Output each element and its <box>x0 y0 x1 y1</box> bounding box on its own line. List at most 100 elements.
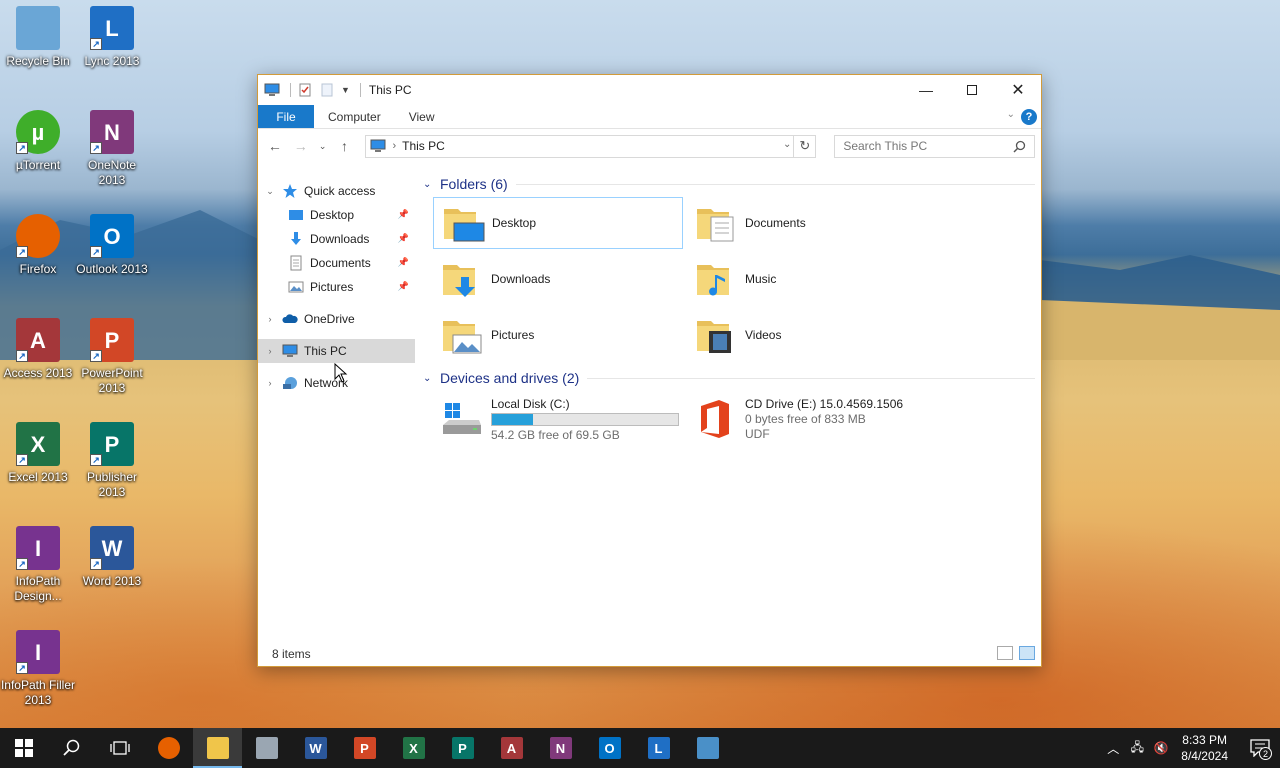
folder-music[interactable]: Music <box>687 253 937 305</box>
drive-cd-e[interactable]: CD Drive (E:) 15.0.4569.1506 0 bytes fre… <box>687 393 937 445</box>
search-box[interactable] <box>834 134 1035 158</box>
desktop-shortcut[interactable]: P ↗ PowerPoint 2013 <box>74 318 150 396</box>
nav-documents[interactable]: Documents 📌 <box>258 251 415 275</box>
folder-documents[interactable]: Documents <box>687 197 937 249</box>
status-bar: 8 items <box>258 642 1041 666</box>
desktop-shortcut[interactable]: I ↗ InfoPath Filler 2013 <box>0 630 76 708</box>
action-center-button[interactable]: 2 <box>1240 728 1280 768</box>
expand-chevron-icon[interactable]: › <box>258 346 282 356</box>
nav-desktop[interactable]: Desktop 📌 <box>258 203 415 227</box>
desktop-shortcut[interactable]: X ↗ Excel 2013 <box>0 422 76 485</box>
address-bar[interactable]: › This PC ⌄ ↻ <box>365 134 817 158</box>
taskbar-app-button[interactable] <box>144 728 193 768</box>
taskbar-app-button[interactable]: O <box>585 728 634 768</box>
pictures-folder-icon <box>443 321 482 354</box>
clock[interactable]: 8:33 PM 8/4/2024 <box>1181 732 1228 764</box>
nav-downloads[interactable]: Downloads 📌 <box>258 227 415 251</box>
star-icon <box>283 184 297 198</box>
minimize-button[interactable]: — <box>903 75 949 105</box>
folder-videos[interactable]: Videos <box>687 309 937 361</box>
taskbar-app-button[interactable]: N <box>536 728 585 768</box>
up-button[interactable]: ↑ <box>334 135 356 157</box>
nav-quick-access[interactable]: ⌄ Quick access <box>258 179 415 203</box>
task-view-button[interactable] <box>96 728 144 768</box>
expand-chevron-icon[interactable]: › <box>258 378 282 388</box>
lync-icon: L <box>647 737 670 759</box>
large-icons-view-button[interactable] <box>1019 646 1035 660</box>
tab-view[interactable]: View <box>395 105 449 128</box>
volume-muted-icon[interactable]: 🔇 <box>1149 741 1173 755</box>
folder-label: Desktop <box>492 216 537 230</box>
up-arrow-icon: ↑ <box>341 138 349 154</box>
search-button[interactable] <box>48 728 96 768</box>
folder-pictures[interactable]: Pictures <box>433 309 683 361</box>
help-button[interactable]: ? <box>1021 109 1037 125</box>
start-button[interactable] <box>0 728 48 768</box>
nav-label: Pictures <box>310 280 354 294</box>
expand-ribbon-icon[interactable]: ⌄ <box>1007 109 1015 120</box>
desktop-shortcut[interactable]: W ↗ Word 2013 <box>74 526 150 589</box>
collapse-chevron-icon[interactable]: ⌄ <box>258 186 282 197</box>
collapse-chevron-icon[interactable]: ⌄ <box>423 179 439 190</box>
taskbar-app-button[interactable]: P <box>340 728 389 768</box>
taskbar-app-button[interactable] <box>242 728 291 768</box>
close-button[interactable]: ✕ <box>995 75 1041 105</box>
forward-button[interactable]: → <box>290 135 312 157</box>
drives-group-header[interactable]: ⌄ Devices and drives (2) <box>423 367 1035 389</box>
address-dropdown-icon[interactable]: ⌄ <box>783 139 791 150</box>
desktop-folder-icon <box>444 209 485 242</box>
nav-this-pc[interactable]: › This PC <box>258 339 415 363</box>
taskbar: W P X P A N O L ︿ 🖧 🔇 8:33 PM 8/4/2024 2 <box>0 728 1280 768</box>
new-folder-icon[interactable] <box>319 82 335 98</box>
nav-label: Downloads <box>310 232 370 246</box>
back-button[interactable]: ← <box>264 135 286 157</box>
taskbar-app-button[interactable]: P <box>438 728 487 768</box>
tab-file[interactable]: File <box>258 105 314 128</box>
details-view-button[interactable] <box>997 646 1013 660</box>
tab-computer[interactable]: Computer <box>314 105 395 128</box>
taskbar-app-button[interactable]: X <box>389 728 438 768</box>
refresh-button[interactable]: ↻ <box>793 135 815 157</box>
folders-group-header[interactable]: ⌄ Folders (6) <box>423 173 1035 195</box>
drive-local-disk-c[interactable]: Local Disk (C:) 54.2 GB free of 69.5 GB <box>433 393 687 445</box>
expand-chevron-icon[interactable]: › <box>258 314 282 324</box>
taskbar-app-button[interactable]: A <box>487 728 536 768</box>
network-status-icon[interactable]: 🖧 <box>1125 738 1149 759</box>
taskbar-app-button[interactable]: L <box>634 728 683 768</box>
search-input[interactable] <box>843 139 1004 153</box>
desktop-shortcut[interactable]: ↗ Firefox <box>0 214 76 277</box>
document-icon <box>290 255 302 271</box>
breadcrumb-chevron-icon[interactable]: › <box>392 140 396 152</box>
folder-label: Pictures <box>491 328 535 342</box>
qat-dropdown-icon[interactable]: ▼ <box>341 85 350 95</box>
nav-pictures[interactable]: Pictures 📌 <box>258 275 415 299</box>
desktop-shortcut-label: PowerPoint 2013 <box>81 366 143 395</box>
desktop-shortcut[interactable]: P ↗ Publisher 2013 <box>74 422 150 500</box>
nav-onedrive[interactable]: › OneDrive <box>258 307 415 331</box>
recent-locations-button[interactable]: ⌄ <box>316 135 330 157</box>
folder-desktop[interactable]: Desktop <box>433 197 683 249</box>
word-icon: W ↗ <box>90 526 134 570</box>
taskbar-app-button[interactable] <box>683 728 732 768</box>
title-bar[interactable]: ▼ This PC — ✕ <box>258 75 1041 105</box>
maximize-button[interactable] <box>949 75 995 105</box>
taskbar-app-button[interactable] <box>193 728 242 768</box>
notification-count-badge: 2 <box>1259 747 1272 760</box>
desktop-shortcut[interactable]: O ↗ Outlook 2013 <box>74 214 150 277</box>
desktop-shortcut[interactable]: A ↗ Access 2013 <box>0 318 76 381</box>
desktop-shortcut[interactable]: I ↗ InfoPath Design... <box>0 526 76 604</box>
properties-icon[interactable] <box>297 82 313 98</box>
hard-drive-icon <box>443 403 481 434</box>
folder-downloads[interactable]: Downloads <box>433 253 683 305</box>
desktop-shortcut[interactable]: N ↗ OneNote 2013 <box>74 110 150 188</box>
breadcrumb-this-pc[interactable]: This PC <box>402 139 445 153</box>
show-hidden-icons-chevron-icon[interactable]: ︿ <box>1101 740 1125 757</box>
desktop-shortcut[interactable]: Recycle Bin <box>0 6 76 69</box>
taskbar-app-button[interactable]: W <box>291 728 340 768</box>
collapse-chevron-icon[interactable]: ⌄ <box>423 373 439 384</box>
shortcut-arrow-icon: ↗ <box>90 350 102 362</box>
desktop-shortcut[interactable]: L ↗ Lync 2013 <box>74 6 150 69</box>
computer-icon <box>264 83 280 96</box>
desktop-shortcut[interactable]: µ ↗ µTorrent <box>0 110 76 173</box>
cloud-icon <box>282 314 298 323</box>
